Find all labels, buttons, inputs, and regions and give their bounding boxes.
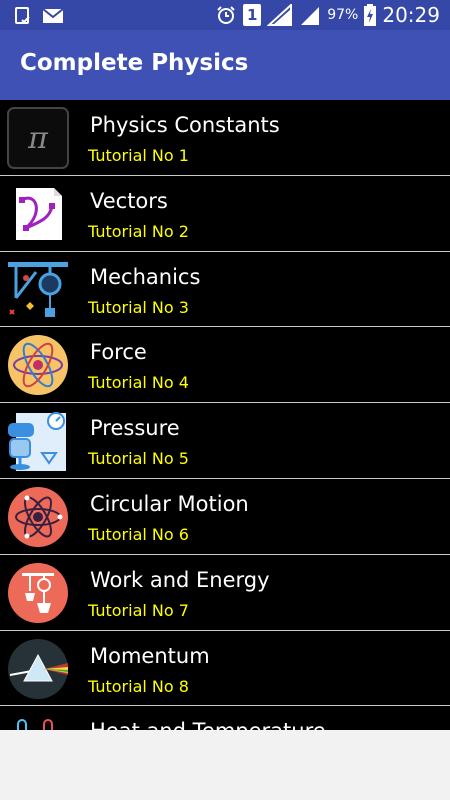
- list-item[interactable]: Vectors Tutorial No 2: [0, 176, 450, 252]
- sim-1-icon: 1: [243, 4, 262, 26]
- list-item-subtitle: Tutorial No 5: [88, 449, 189, 469]
- list-item-title: Vectors: [90, 188, 168, 213]
- signal-icon: [267, 4, 293, 26]
- clipboard-check-icon: [12, 5, 34, 27]
- prism-icon: [6, 637, 70, 701]
- list-item-title: Pressure: [90, 416, 180, 441]
- list-item-subtitle: Tutorial No 6: [88, 524, 189, 544]
- atom-icon: [6, 333, 70, 397]
- list-item[interactable]: Force Tutorial No 4: [0, 327, 450, 404]
- atom-orbit-icon: [6, 485, 70, 549]
- list-item-title: Heat and Temperature: [90, 719, 326, 730]
- list-item-title: Circular Motion: [90, 491, 249, 516]
- list-item-title: Momentum: [90, 643, 210, 668]
- gmail-icon: [42, 5, 64, 27]
- bottom-empty-area: [0, 730, 450, 800]
- list-item-title: Physics Constants: [90, 113, 280, 137]
- pulley-icon: [6, 258, 70, 322]
- list-item-subtitle: Tutorial No 2: [88, 221, 189, 241]
- list-item[interactable]: π Physics Constants Tutorial No 1: [0, 100, 450, 176]
- list-item[interactable]: Work and Energy Tutorial No 7: [0, 555, 450, 631]
- list-item[interactable]: Pressure Tutorial No 5: [0, 403, 450, 479]
- battery-percent: 97%: [327, 7, 359, 23]
- list-item-subtitle: Tutorial No 8: [88, 676, 189, 696]
- signal-icon: [299, 4, 321, 26]
- battery-charging-icon: [364, 4, 377, 26]
- list-item-subtitle: Tutorial No 4: [88, 373, 189, 393]
- vector-curve-icon: [6, 182, 70, 246]
- clock: 20:29: [382, 3, 440, 27]
- pulley-weight-icon: [6, 561, 70, 625]
- list-item-subtitle: Tutorial No 7: [88, 600, 189, 620]
- list-item[interactable]: Heat and Temperature: [0, 706, 450, 730]
- thermometer-icon: [6, 712, 70, 730]
- list-item-title: Work and Energy: [90, 567, 270, 592]
- tutorial-list[interactable]: π Physics Constants Tutorial No 1 Vector…: [0, 100, 450, 730]
- pressure-gauge-icon: [6, 409, 70, 473]
- pi-icon: π: [6, 106, 70, 170]
- list-item-subtitle: Tutorial No 3: [88, 297, 189, 317]
- list-item[interactable]: Mechanics Tutorial No 3: [0, 252, 450, 328]
- list-item-subtitle: Tutorial No 1: [88, 146, 189, 165]
- list-item[interactable]: Circular Motion Tutorial No 6: [0, 479, 450, 555]
- status-bar: 1 97% 20:29: [0, 0, 450, 30]
- list-item[interactable]: Momentum Tutorial No 8: [0, 631, 450, 707]
- alarm-icon: [215, 4, 237, 26]
- app-bar: Complete Physics: [0, 30, 450, 100]
- list-item-title: Mechanics: [90, 264, 201, 289]
- page-title: Complete Physics: [20, 50, 249, 76]
- list-item-title: Force: [90, 340, 147, 365]
- svg-text:π: π: [27, 121, 49, 156]
